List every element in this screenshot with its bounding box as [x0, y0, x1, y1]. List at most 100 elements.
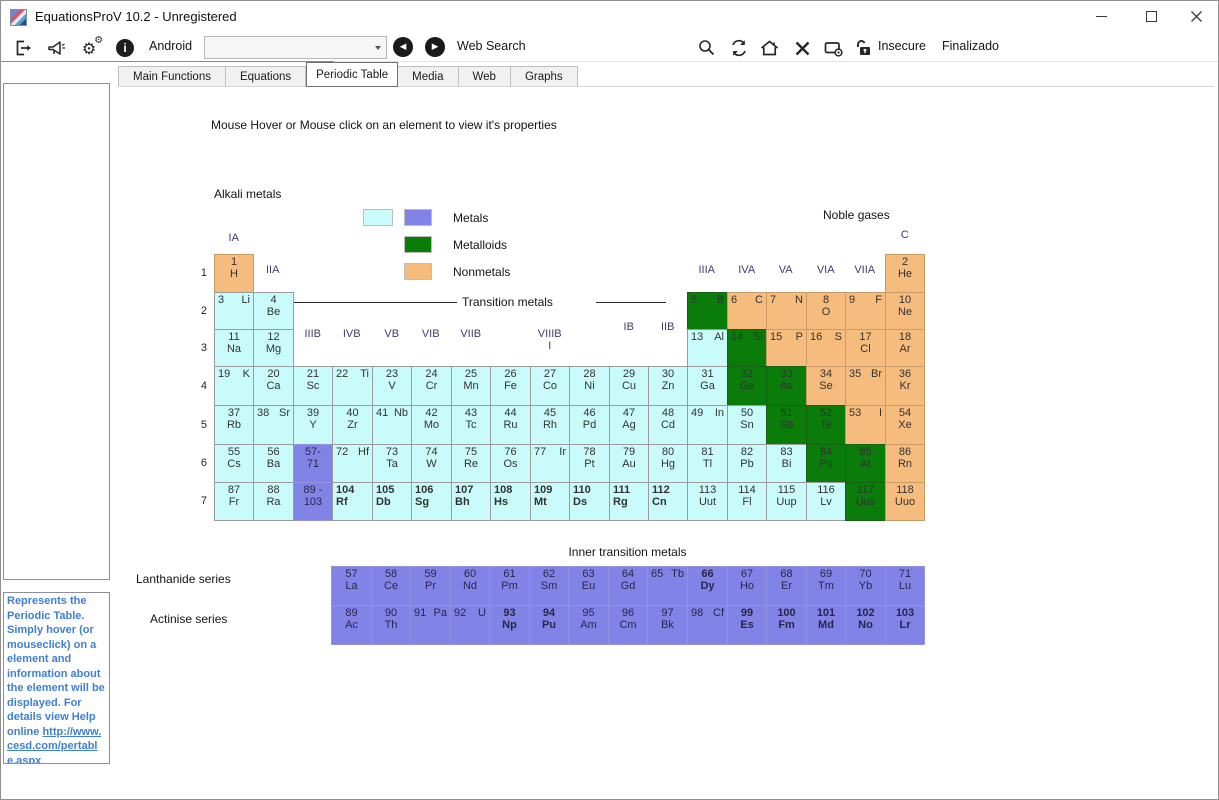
element-cell-Tl[interactable]: 81Tl: [687, 444, 728, 483]
element-cell-Y[interactable]: 39Y: [293, 405, 333, 445]
element-cell-H[interactable]: 1H: [214, 254, 254, 293]
element-cell-Am[interactable]: 95Am: [568, 605, 609, 645]
element-cell-Br[interactable]: 35Br: [845, 366, 886, 406]
element-cell-Os[interactable]: 76Os: [490, 444, 531, 483]
tab-main-functions[interactable]: Main Functions: [118, 66, 226, 87]
element-cell-Ac[interactable]: 89Ac: [331, 605, 372, 645]
element-cell-Cr[interactable]: 24Cr: [411, 366, 452, 406]
element-cell-Au[interactable]: 79Au: [609, 444, 649, 483]
element-cell-O[interactable]: 8O: [806, 292, 846, 330]
element-cell-Uus[interactable]: 117Uus: [845, 482, 886, 521]
tab-graphs[interactable]: Graphs: [511, 66, 578, 87]
element-cell-Ce[interactable]: 58Ce: [371, 566, 411, 606]
element-cell-Db[interactable]: 105Db: [372, 482, 412, 521]
element-cell-Sn[interactable]: 50Sn: [727, 405, 767, 445]
element-cell-Ho[interactable]: 67Ho: [727, 566, 767, 606]
element-cell-Zn[interactable]: 30Zn: [648, 366, 688, 406]
element-cell-C[interactable]: 6C: [727, 292, 767, 330]
exit-button[interactable]: [11, 36, 35, 60]
element-cell-Ds[interactable]: 110Ds: [569, 482, 610, 521]
element-cell-Ca[interactable]: 20Ca: [253, 366, 294, 406]
element-cell-Pr[interactable]: 59Pr: [410, 566, 451, 606]
back-button[interactable]: ◀: [393, 37, 413, 57]
element-cell-Md[interactable]: 101Md: [806, 605, 846, 645]
element-cell-Xe[interactable]: 54Xe: [885, 405, 925, 445]
element-cell-Uup[interactable]: 115Uup: [766, 482, 807, 521]
element-cell-Sc[interactable]: 21Sc: [293, 366, 333, 406]
element-cell-Mn[interactable]: 25Mn: [451, 366, 491, 406]
element-cell-P[interactable]: 15P: [766, 329, 807, 367]
forward-button[interactable]: ▶: [425, 37, 445, 57]
element-cell-Tc[interactable]: 43Tc: [451, 405, 491, 445]
element-cell-Fe[interactable]: 26Fe: [490, 366, 531, 406]
element-cell-Ba[interactable]: 56Ba: [253, 444, 294, 483]
element-cell-Ta[interactable]: 73Ta: [372, 444, 412, 483]
element-cell-Ir[interactable]: 77Ir: [530, 444, 570, 483]
maximize-button[interactable]: [1128, 1, 1174, 32]
element-cell-Se[interactable]: 34Se: [806, 366, 846, 406]
element-cell-Rf[interactable]: 104Rf: [332, 482, 373, 521]
element-cell-Es[interactable]: 99Es: [727, 605, 767, 645]
refresh-button[interactable]: [727, 36, 751, 60]
element-cell-Tm[interactable]: 69Tm: [806, 566, 846, 606]
element-cell-Fm[interactable]: 100Fm: [766, 605, 807, 645]
element-cell-Pd[interactable]: 46Pd: [569, 405, 610, 445]
element-cell-Sb[interactable]: 51Sb: [766, 405, 807, 445]
stop-button[interactable]: [790, 36, 814, 60]
element-cell-Bk[interactable]: 97Bk: [647, 605, 688, 645]
element-cell-He[interactable]: 2He: [885, 254, 925, 293]
element-cell-Dy[interactable]: 66Dy: [687, 566, 728, 606]
settings-button[interactable]: ⚙⚙: [77, 36, 101, 60]
element-cell-Pb[interactable]: 82Pb: [727, 444, 767, 483]
element-cell-Nd[interactable]: 60Nd: [450, 566, 490, 606]
element-cell-Mg[interactable]: 12Mg: [253, 329, 294, 367]
element-cell-No[interactable]: 102No: [845, 605, 886, 645]
element-cell-103[interactable]: 89 -103: [293, 482, 333, 521]
element-cell-Be[interactable]: 4Be: [253, 292, 294, 330]
element-cell-Pa[interactable]: 91Pa: [410, 605, 451, 645]
element-cell-Cf[interactable]: 98Cf: [687, 605, 728, 645]
element-cell-Gd[interactable]: 64Gd: [608, 566, 648, 606]
element-cell-Pt[interactable]: 78Pt: [569, 444, 610, 483]
element-cell-Er[interactable]: 68Er: [766, 566, 807, 606]
element-cell-In[interactable]: 49In: [687, 405, 728, 445]
element-cell-Li[interactable]: 3Li: [214, 292, 254, 330]
element-cell-71[interactable]: 57-71: [293, 444, 333, 483]
element-cell-La[interactable]: 57La: [331, 566, 372, 606]
android-combobox[interactable]: [204, 36, 387, 59]
element-cell-Rh[interactable]: 45Rh: [530, 405, 570, 445]
element-cell-Hs[interactable]: 108Hs: [490, 482, 531, 521]
tab-media[interactable]: Media: [398, 66, 458, 87]
element-cell-U[interactable]: 92U: [450, 605, 490, 645]
element-cell-Ru[interactable]: 44Ru: [490, 405, 531, 445]
element-cell-Tb[interactable]: 65Tb: [647, 566, 688, 606]
element-cell-Np[interactable]: 93Np: [489, 605, 530, 645]
element-cell-Fr[interactable]: 87Fr: [214, 482, 254, 521]
element-cell-Ge[interactable]: 32Ge: [727, 366, 767, 406]
element-cell-B[interactable]: 5B: [687, 292, 728, 330]
element-cell-Lv[interactable]: 116Lv: [806, 482, 846, 521]
element-cell-Zr[interactable]: 40Zr: [332, 405, 373, 445]
element-cell-Mt[interactable]: 109Mt: [530, 482, 570, 521]
element-cell-Cl[interactable]: 17Cl: [845, 329, 886, 367]
element-cell-Te[interactable]: 52Te: [806, 405, 846, 445]
element-cell-Th[interactable]: 90Th: [371, 605, 411, 645]
element-cell-Hg[interactable]: 80Hg: [648, 444, 688, 483]
element-cell-Ag[interactable]: 47Ag: [609, 405, 649, 445]
element-cell-Lr[interactable]: 103Lr: [885, 605, 925, 645]
element-cell-Sm[interactable]: 62Sm: [529, 566, 569, 606]
element-cell-Ti[interactable]: 22Ti: [332, 366, 373, 406]
element-cell-Rg[interactable]: 111Rg: [609, 482, 649, 521]
element-cell-As[interactable]: 33As: [766, 366, 807, 406]
element-cell-Pm[interactable]: 61Pm: [489, 566, 530, 606]
element-cell-Pu[interactable]: 94Pu: [529, 605, 569, 645]
element-cell-Nb[interactable]: 41Nb: [372, 405, 412, 445]
home-button[interactable]: [757, 36, 781, 60]
search-button[interactable]: [695, 36, 719, 60]
element-cell-I[interactable]: 53I: [845, 405, 886, 445]
element-cell-Ni[interactable]: 28Ni: [569, 366, 610, 406]
element-cell-Cd[interactable]: 48Cd: [648, 405, 688, 445]
element-cell-Eu[interactable]: 63Eu: [568, 566, 609, 606]
element-cell-K[interactable]: 19K: [214, 366, 254, 406]
element-cell-S[interactable]: 16S: [806, 329, 846, 367]
